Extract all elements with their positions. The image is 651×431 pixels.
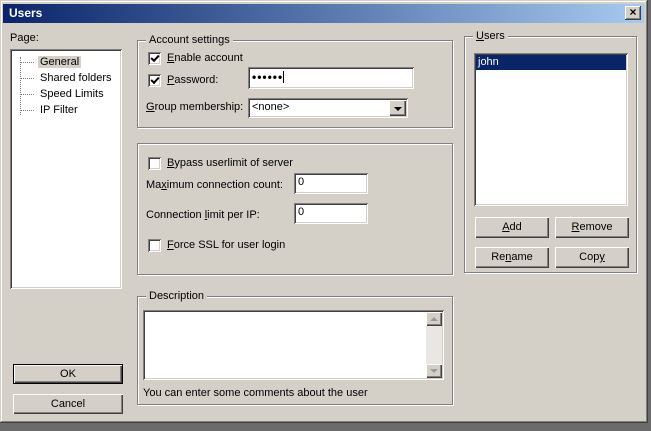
user-list-item-john[interactable]: john <box>476 55 626 70</box>
add-button[interactable]: Add <box>475 217 549 238</box>
force-ssl-label: Force SSL for user login <box>167 239 285 251</box>
page-tree: General Shared folders Speed Limits IP F… <box>10 49 122 289</box>
ip-limit-label: Connection limit per IP: <box>146 209 260 221</box>
group-membership-label: Group membership: <box>146 101 243 113</box>
bypass-userlimit-label: Bypass userlimit of server <box>167 157 293 169</box>
password-checkbox[interactable] <box>148 74 161 87</box>
description-title: Description <box>146 290 207 302</box>
description-scrollbar[interactable] <box>426 312 442 378</box>
arrow-up-icon <box>430 317 438 321</box>
group-membership-value: <none> <box>252 101 289 113</box>
max-connections-input[interactable]: 0 <box>294 173 368 194</box>
text-cursor <box>283 71 284 83</box>
description-group: Description You can enter some comments … <box>137 296 453 405</box>
tree-item-ip-filter[interactable]: IP Filter <box>12 103 120 119</box>
password-input[interactable]: •••••• <box>248 67 414 89</box>
tree-item-speed-limits[interactable]: Speed Limits <box>12 87 120 103</box>
tree-item-general[interactable]: General <box>12 55 120 71</box>
close-button[interactable]: × <box>625 6 641 20</box>
ok-button[interactable]: OK <box>13 364 123 384</box>
close-icon: × <box>629 5 636 19</box>
copy-button[interactable]: Copy <box>555 247 629 268</box>
description-textarea[interactable] <box>143 310 444 380</box>
cancel-button[interactable]: Cancel <box>13 394 123 414</box>
scroll-down-button[interactable] <box>426 364 442 378</box>
enable-account-label: Enable account <box>167 52 243 64</box>
password-label: Password: <box>167 74 218 86</box>
title-bar[interactable]: Users × <box>3 4 644 23</box>
enable-account-checkbox[interactable] <box>148 52 161 65</box>
remove-button[interactable]: Remove <box>555 217 629 238</box>
description-hint: You can enter some comments about the us… <box>143 387 368 399</box>
scroll-up-button[interactable] <box>426 312 442 326</box>
page-label: Page: <box>10 32 39 44</box>
max-connections-label: Maximum connection count: <box>146 179 283 191</box>
group-membership-select[interactable]: <none> <box>248 98 408 118</box>
ip-limit-input[interactable]: 0 <box>294 203 368 224</box>
account-settings-title: Account settings <box>146 34 233 46</box>
window-title: Users <box>9 6 42 20</box>
tree-item-shared-folders[interactable]: Shared folders <box>12 71 120 87</box>
bypass-userlimit-checkbox[interactable] <box>148 157 161 170</box>
arrow-down-icon <box>430 369 438 373</box>
users-group-title: Users <box>473 30 508 42</box>
users-listbox[interactable]: john <box>474 53 628 206</box>
force-ssl-checkbox[interactable] <box>148 239 161 252</box>
users-group: Users john Add Remove Rename Copy <box>464 36 637 273</box>
limits-group: Bypass userlimit of server Maximum conne… <box>137 143 453 275</box>
account-settings-group: Account settings Enable account Password… <box>137 40 453 128</box>
chevron-down-icon <box>394 107 402 111</box>
users-dialog: Users × Page: General Shared folders Spe… <box>0 0 648 423</box>
group-membership-dropdown-button[interactable] <box>389 100 406 116</box>
rename-button[interactable]: Rename <box>475 247 549 268</box>
